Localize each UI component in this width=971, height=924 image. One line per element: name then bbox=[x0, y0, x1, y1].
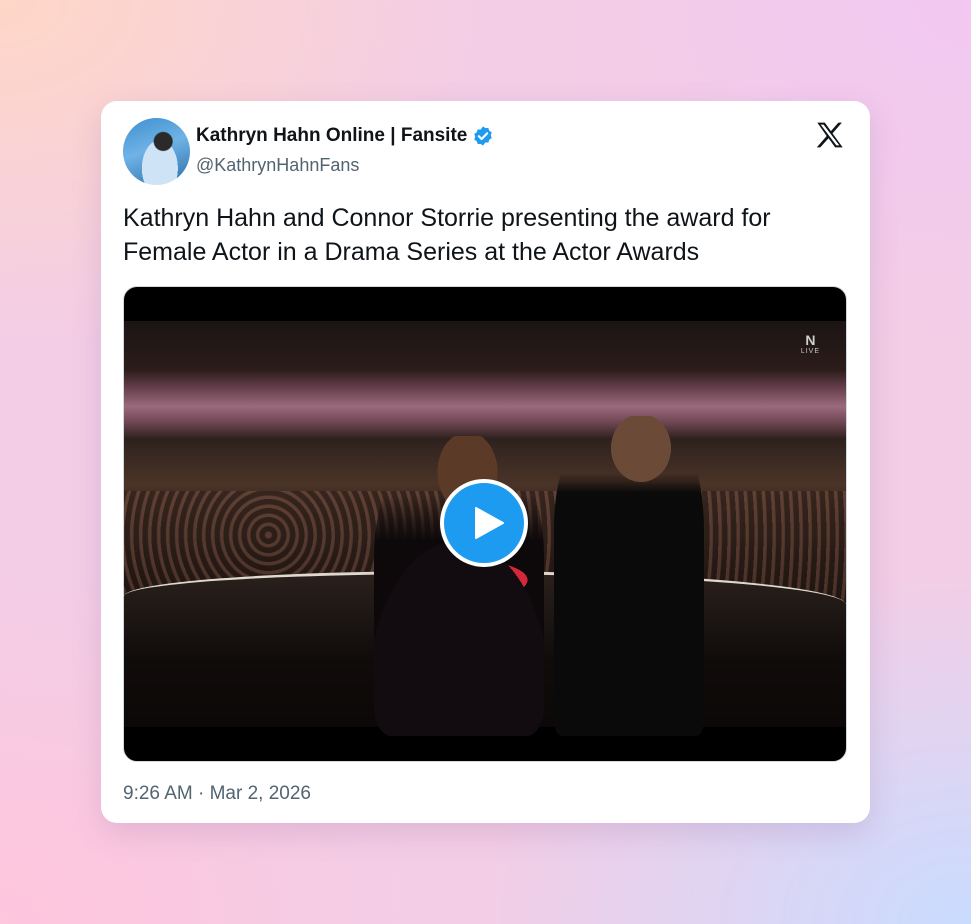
x-logo-icon[interactable] bbox=[814, 120, 846, 152]
verified-badge-icon bbox=[474, 126, 493, 146]
avatar[interactable] bbox=[123, 118, 190, 185]
presenter-figure bbox=[554, 416, 704, 736]
tweet-card[interactable]: Kathryn Hahn Online | Fansite @KathrynHa… bbox=[101, 101, 870, 823]
display-name[interactable]: Kathryn Hahn Online | Fansite bbox=[196, 125, 467, 147]
user-handle[interactable]: @KathrynHahnFans bbox=[196, 155, 494, 176]
tweet-timestamp[interactable]: 9:26 AM · Mar 2, 2026 bbox=[123, 783, 311, 805]
tweet-author: Kathryn Hahn Online | Fansite @KathrynHa… bbox=[196, 125, 494, 176]
play-icon bbox=[475, 507, 504, 539]
presenter-figure bbox=[374, 436, 544, 736]
live-badge: N LIVE bbox=[801, 332, 820, 355]
name-row: Kathryn Hahn Online | Fansite bbox=[196, 125, 494, 147]
play-button[interactable] bbox=[440, 479, 528, 567]
netflix-logo: N bbox=[805, 332, 816, 348]
video-player[interactable]: N LIVE bbox=[123, 286, 847, 762]
live-label: LIVE bbox=[800, 348, 820, 355]
tweet-text: Kathryn Hahn and Connor Storrie presenti… bbox=[123, 204, 771, 266]
